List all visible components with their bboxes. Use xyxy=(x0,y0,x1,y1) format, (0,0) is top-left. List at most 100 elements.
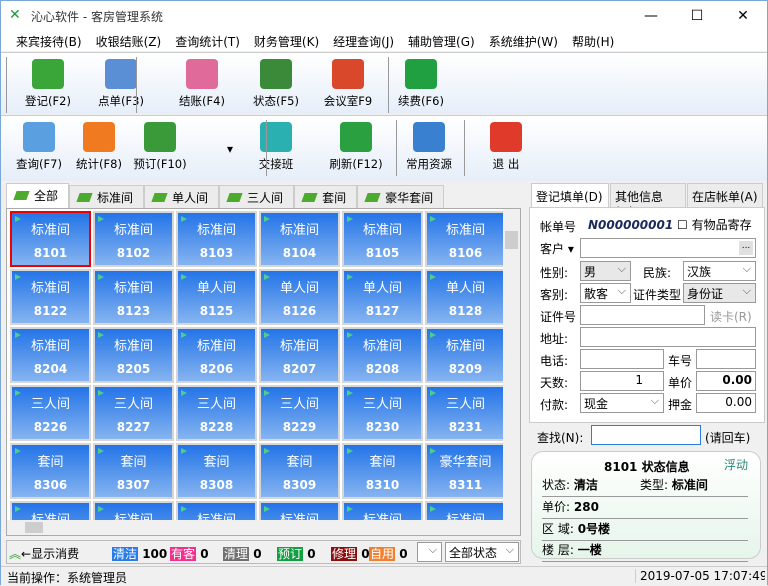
status-filter-select[interactable]: 全部状态 xyxy=(445,542,519,562)
toolbar-button[interactable]: 刷新(F12) xyxy=(321,120,391,178)
tab-other-info[interactable]: 其他信息(Q) xyxy=(610,183,686,219)
room-tile[interactable]: 标准间 8102 xyxy=(93,211,174,267)
room-tile[interactable]: 标准间 8104 xyxy=(259,211,340,267)
room-tile[interactable]: 标准间 8105 xyxy=(342,211,423,267)
menu-item[interactable]: 经理查询(J) xyxy=(326,31,401,51)
room-tile[interactable]: 三人间 8231 xyxy=(425,385,506,441)
tab-room-type[interactable]: 豪华套间 xyxy=(357,185,445,208)
room-tile[interactable]: 套间 8306 xyxy=(10,443,91,499)
days-stepper[interactable]: 1 xyxy=(580,371,664,391)
room-tile[interactable]: 单人间 8125 xyxy=(176,269,257,325)
toolbar-button[interactable]: 统计(F8) xyxy=(64,120,134,178)
room-tile[interactable]: 标准间 8204 xyxy=(10,327,91,383)
read-card-button[interactable]: 读卡(R) xyxy=(710,308,752,325)
room-tile[interactable]: 标准间 8123 xyxy=(93,269,174,325)
find-hint: (请回车) xyxy=(705,431,751,445)
show-consumption-toggle[interactable]: ︽←显示消费 xyxy=(9,545,79,562)
toolbar-button[interactable]: 续费(F6) xyxy=(386,57,456,115)
find-input[interactable] xyxy=(591,425,701,445)
room-tile[interactable]: 单人间 8126 xyxy=(259,269,340,325)
menu-item[interactable]: 收银结账(Z) xyxy=(89,31,169,51)
more-button[interactable]: ... xyxy=(739,241,753,255)
toolbar-button[interactable]: 登记(F2) xyxy=(13,57,83,115)
chevron-down-icon[interactable]: ▾ xyxy=(227,142,233,156)
room-grid: 标准间标准间标准间标准间标准间标准间豪华套间8311套间8310套间8309套间… xyxy=(6,208,521,536)
room-tab-icon xyxy=(151,193,168,202)
room-tile[interactable]: 标准间 8206 xyxy=(176,327,257,383)
menu-item[interactable]: 财务管理(K) xyxy=(247,31,326,51)
price-input[interactable]: 0.00 xyxy=(696,371,756,391)
gender-select[interactable]: 男 xyxy=(580,261,631,281)
room-number: 8227 xyxy=(116,420,151,434)
guest-type-select[interactable]: 散客 xyxy=(580,283,631,303)
address-input[interactable] xyxy=(580,327,756,347)
close-button[interactable]: ✕ xyxy=(720,1,766,31)
ethnic-select[interactable]: 汉族 xyxy=(683,261,756,281)
room-tile[interactable]: 三人间 8230 xyxy=(342,385,423,441)
room-tile[interactable]: 套间 8310 xyxy=(342,443,423,499)
float-button[interactable]: 浮动 xyxy=(724,456,748,473)
toolbar-button[interactable]: 会议室F9 xyxy=(313,57,383,115)
customer-dropdown-label[interactable]: 客户 ▾ xyxy=(540,240,574,257)
toolbar-button[interactable]: 结账(F4) xyxy=(167,57,237,115)
room-tile[interactable]: 三人间 8229 xyxy=(259,385,340,441)
menu-item[interactable]: 辅助管理(G) xyxy=(401,31,482,51)
tab-room-type[interactable]: 标准间 xyxy=(69,185,145,208)
room-tile[interactable]: 标准间 8205 xyxy=(93,327,174,383)
room-tile[interactable]: 单人间 8127 xyxy=(342,269,423,325)
id-no-input[interactable] xyxy=(580,305,705,325)
room-number: 8230 xyxy=(365,420,400,434)
room-tile[interactable]: 标准间 8103 xyxy=(176,211,257,267)
recycle-icon xyxy=(340,122,372,152)
car-input[interactable] xyxy=(696,349,756,369)
room-tile[interactable]: 单人间 8128 xyxy=(425,269,506,325)
power-icon xyxy=(490,122,522,152)
room-tile[interactable]: 套间 8308 xyxy=(176,443,257,499)
deposit-items-checkbox[interactable]: ☐ 有物品寄存 xyxy=(677,216,752,233)
phone-input[interactable] xyxy=(580,349,664,369)
room-number: 8204 xyxy=(33,362,68,376)
toolbar-button[interactable]: 交接班 xyxy=(241,120,311,178)
room-tile[interactable]: 标准间 8106 xyxy=(425,211,506,267)
room-tile[interactable]: 标准间 8209 xyxy=(425,327,506,383)
maximize-button[interactable]: ☐ xyxy=(674,1,720,31)
tab-room-type[interactable]: 全部 xyxy=(6,183,70,209)
vertical-scrollbar[interactable] xyxy=(503,209,520,520)
tab-room-type[interactable]: 单人间 xyxy=(144,185,220,208)
room-tile[interactable]: 豪华套间 8311 xyxy=(425,443,506,499)
tab-register[interactable]: 登记填单(D) xyxy=(531,183,609,207)
room-tile[interactable]: 套间 8309 xyxy=(259,443,340,499)
customer-input[interactable]: ... xyxy=(580,238,756,258)
room-tile[interactable]: 三人间 8226 xyxy=(10,385,91,441)
toolbar-button[interactable]: 状态(F5) xyxy=(241,57,311,115)
legend-extra-dropdown[interactable] xyxy=(417,542,442,562)
menu-item[interactable]: 帮助(H) xyxy=(565,31,621,51)
room-tile[interactable]: 标准间 8122 xyxy=(10,269,91,325)
tab-in-house-bill[interactable]: 在店帐单(A) xyxy=(687,183,763,207)
room-type: 三人间 xyxy=(196,397,236,412)
minimize-button[interactable]: — xyxy=(628,1,674,31)
room-tab-icon xyxy=(226,193,243,202)
tab-room-type[interactable]: 套间 xyxy=(294,185,358,208)
menu-item[interactable]: 查询统计(T) xyxy=(168,31,247,51)
tab-room-type[interactable]: 三人间 xyxy=(219,185,295,208)
toolbar-button[interactable]: 预订(F10) xyxy=(125,120,195,178)
room-tile[interactable]: 标准间 8101 xyxy=(10,211,91,267)
room-tile[interactable]: 三人间 8228 xyxy=(176,385,257,441)
menu-item[interactable]: 来宾接待(B) xyxy=(9,31,89,51)
room-tile[interactable]: 标准间 8207 xyxy=(259,327,340,383)
horizontal-scrollbar[interactable] xyxy=(7,520,520,535)
pay-select[interactable]: 现金 xyxy=(580,393,664,413)
id-type-select[interactable]: 身份证 xyxy=(683,283,756,303)
toolbar-button[interactable]: 退 出 xyxy=(471,120,541,178)
deposit-input[interactable]: 0.00 xyxy=(696,393,756,413)
menu-item[interactable]: 系统维护(W) xyxy=(482,31,565,51)
room-tile[interactable]: 标准间 8208 xyxy=(342,327,423,383)
room-tile[interactable]: 套间 8307 xyxy=(93,443,174,499)
room-number: 8125 xyxy=(199,304,234,318)
id-no-label: 证件号 xyxy=(540,310,577,324)
toolbar-button[interactable]: 点单(F3) xyxy=(86,57,156,115)
room-tile[interactable]: 三人间 8227 xyxy=(93,385,174,441)
toolbar-button[interactable]: 常用资源 xyxy=(394,120,464,178)
app-logo-icon: ✕ xyxy=(9,7,21,23)
